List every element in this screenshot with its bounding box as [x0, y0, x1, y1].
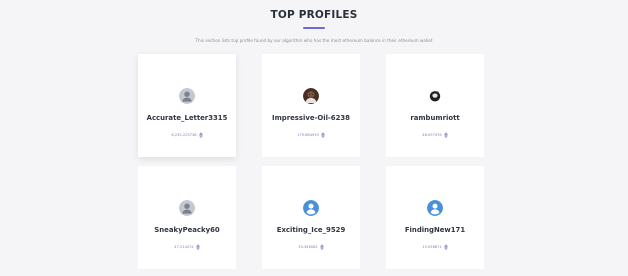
ethereum-icon — [320, 132, 325, 138]
dark-photo-avatar — [427, 88, 443, 104]
profile-name[interactable]: Accurate_Letter3315 — [138, 114, 236, 122]
profile-card[interactable]: Exciting_Ice_9529 33.346082 — [262, 166, 360, 269]
profile-card[interactable]: Accurate_Letter3315 6,235.223738 — [138, 54, 236, 157]
profile-name[interactable]: FindingNew171 — [386, 226, 484, 234]
balance-row: 15.056871 — [386, 243, 484, 251]
title-underline — [303, 27, 325, 29]
blue-user-icon — [427, 200, 443, 216]
blue-user-icon — [303, 200, 319, 216]
ethereum-icon — [319, 244, 324, 250]
eth-balance: 33.346082 — [298, 245, 318, 249]
eth-balance: 15.056871 — [422, 245, 442, 249]
balance-row: 6,235.223738 — [138, 131, 236, 139]
balance-row: 48.097476 — [386, 131, 484, 139]
eth-balance: 179.684919 — [297, 133, 319, 137]
balance-row: 47.214274 — [138, 243, 236, 251]
profile-card[interactable]: rambumriott 48.097476 — [386, 54, 484, 157]
ethereum-icon — [443, 132, 448, 138]
section-title: TOP PROFILES — [270, 9, 358, 21]
balance-row: 33.346082 — [262, 243, 360, 251]
balance-row: 179.684919 — [262, 131, 360, 139]
section-subtitle: This section lists top profile found by … — [195, 38, 433, 43]
default-user-icon — [179, 200, 195, 216]
profile-name[interactable]: rambumriott — [386, 114, 484, 122]
profile-name[interactable]: Impressive-Oil-6238 — [262, 114, 360, 122]
default-user-icon — [179, 88, 195, 104]
profile-card[interactable]: SneakyPeacky60 47.214274 — [138, 166, 236, 269]
ethereum-icon — [198, 132, 203, 138]
profile-name[interactable]: Exciting_Ice_9529 — [262, 226, 360, 234]
profile-card[interactable]: Impressive-Oil-6238 179.684919 — [262, 54, 360, 157]
ethereum-icon — [195, 244, 200, 250]
eth-balance: 48.097476 — [422, 133, 442, 137]
eth-balance: 47.214274 — [174, 245, 194, 249]
top-profiles-section: TOP PROFILES This section lists top prof… — [0, 0, 628, 270]
profile-name[interactable]: SneakyPeacky60 — [138, 226, 236, 234]
ethereum-icon — [443, 244, 448, 250]
eth-balance: 6,235.223738 — [171, 133, 197, 137]
profile-card[interactable]: FindingNew171 15.056871 — [386, 166, 484, 269]
photo-avatar — [303, 88, 319, 104]
